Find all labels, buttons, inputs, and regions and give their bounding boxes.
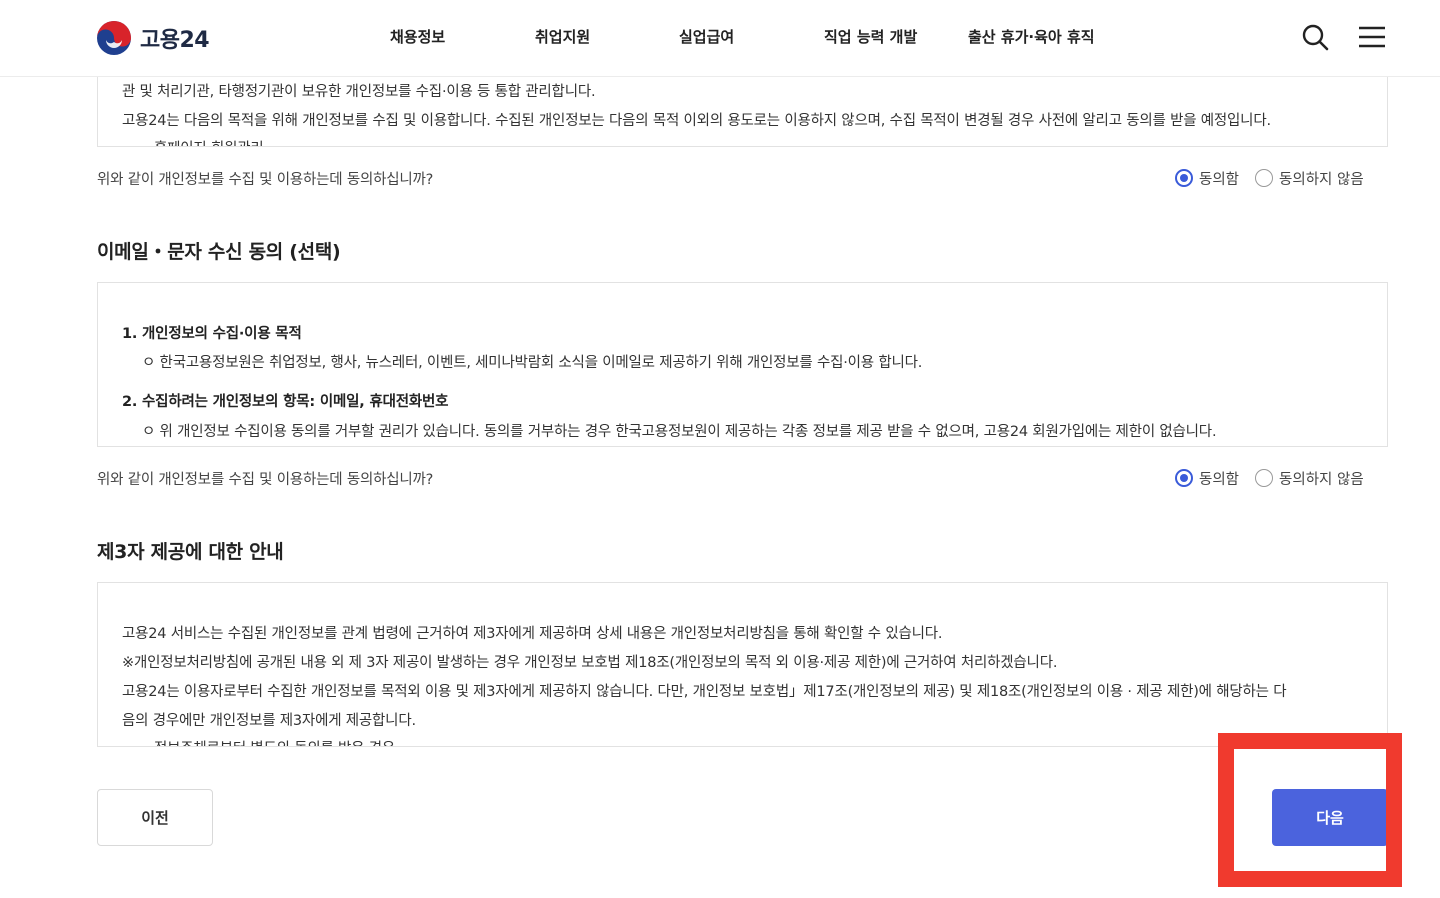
email-sms-consent-box[interactable]: 1. 개인정보의 수집·이용 목적 ㅇ 한국고용정보원은 취업정보, 행사, 뉴… <box>97 282 1388 447</box>
radio-checked-icon <box>1175 169 1193 187</box>
radio-label: 동의함 <box>1199 171 1240 188</box>
consent-radio-group-2: 동의함 동의하지 않음 <box>1175 467 1380 489</box>
prev-button[interactable]: 이전 <box>97 789 213 846</box>
item-body: ㅇ 위 개인정보 수집이용 동의를 거부할 권리가 있습니다. 동의를 거부하는… <box>142 424 1217 440</box>
nav-item-employment-support[interactable]: 취업지원 <box>535 26 590 47</box>
next-button[interactable]: 다음 <box>1272 789 1388 846</box>
box3-line: 정보주체로부터 별도의 동의를 받은 경우 <box>154 737 395 746</box>
nav-item-jobs[interactable]: 채용정보 <box>390 26 445 47</box>
disagree-radio-1[interactable]: 동의하지 않음 <box>1255 168 1364 189</box>
box3-line: 고용24는 이용자로부터 수집한 개인정보를 목적외 이용 및 제3자에게 제공… <box>122 684 1287 700</box>
item-title: 1. 개인정보의 수집·이용 목적 <box>122 326 302 342</box>
third-party-info-box[interactable]: 고용24 서비스는 수집된 개인정보를 관계 법령에 근거하여 제3자에게 제공… <box>97 582 1388 747</box>
radio-label: 동의하지 않음 <box>1279 471 1364 488</box>
box3-line: 고용24 서비스는 수집된 개인정보를 관계 법령에 근거하여 제3자에게 제공… <box>122 626 943 642</box>
agree-radio-1[interactable]: 동의함 <box>1175 168 1239 189</box>
consent-question-1: 위와 같이 개인정보를 수집 및 이용하는데 동의하십니까? <box>97 172 434 188</box>
consent-radio-group-1: 동의함 동의하지 않음 <box>1175 167 1380 189</box>
radio-checked-icon <box>1175 469 1193 487</box>
radio-unchecked-icon <box>1255 169 1274 187</box>
box1-line: 홈페이지 회원관리 <box>154 137 264 146</box>
box1-line: 고용24는 다음의 목적을 위해 개인정보를 수집 및 이용합니다. 수집된 개… <box>122 113 1271 129</box>
site-header: 고용24 채용정보 취업지원 실업급여 직업 능력 개발 출산 휴가·육아 휴직 <box>0 0 1440 77</box>
disagree-radio-2[interactable]: 동의하지 않음 <box>1255 468 1364 489</box>
nav-item-unemployment-benefits[interactable]: 실업급여 <box>679 26 734 47</box>
radio-unchecked-icon <box>1255 469 1274 487</box>
box1-line: 관 및 처리기관, 타행정기관이 보유한 개인정보를 수집·이용 등 통합 관리… <box>122 84 596 100</box>
main-nav: 채용정보 취업지원 실업급여 직업 능력 개발 출산 휴가·육아 휴직 <box>0 26 1440 50</box>
item-title: 2. 수집하려는 개인정보의 항목: 이메일, 휴대전화번호 <box>122 394 449 410</box>
item-body: ㅇ 한국고용정보원은 취업정보, 행사, 뉴스레터, 이벤트, 세미나박람회 소… <box>142 355 923 371</box>
section-title-third-party: 제3자 제공에 대한 안내 <box>97 541 284 563</box>
nav-item-maternity-leave[interactable]: 출산 휴가·육아 휴직 <box>968 26 1095 47</box>
consent-question-2: 위와 같이 개인정보를 수집 및 이용하는데 동의하십니까? <box>97 472 434 488</box>
radio-label: 동의하지 않음 <box>1279 171 1364 188</box>
box3-line: ※개인정보처리방침에 공개된 내용 외 제 3자 제공이 발생하는 경우 개인정… <box>122 655 1058 671</box>
agree-radio-2[interactable]: 동의함 <box>1175 468 1239 489</box>
box3-line: 음의 경우에만 개인정보를 제3자에게 제공합니다. <box>122 713 416 729</box>
menu-icon[interactable] <box>1357 22 1387 52</box>
nav-item-vocational-training[interactable]: 직업 능력 개발 <box>824 26 917 47</box>
radio-label: 동의함 <box>1199 471 1240 488</box>
search-icon[interactable] <box>1300 22 1330 52</box>
section-title-email-sms: 이메일・문자 수신 동의 (선택) <box>97 241 341 263</box>
